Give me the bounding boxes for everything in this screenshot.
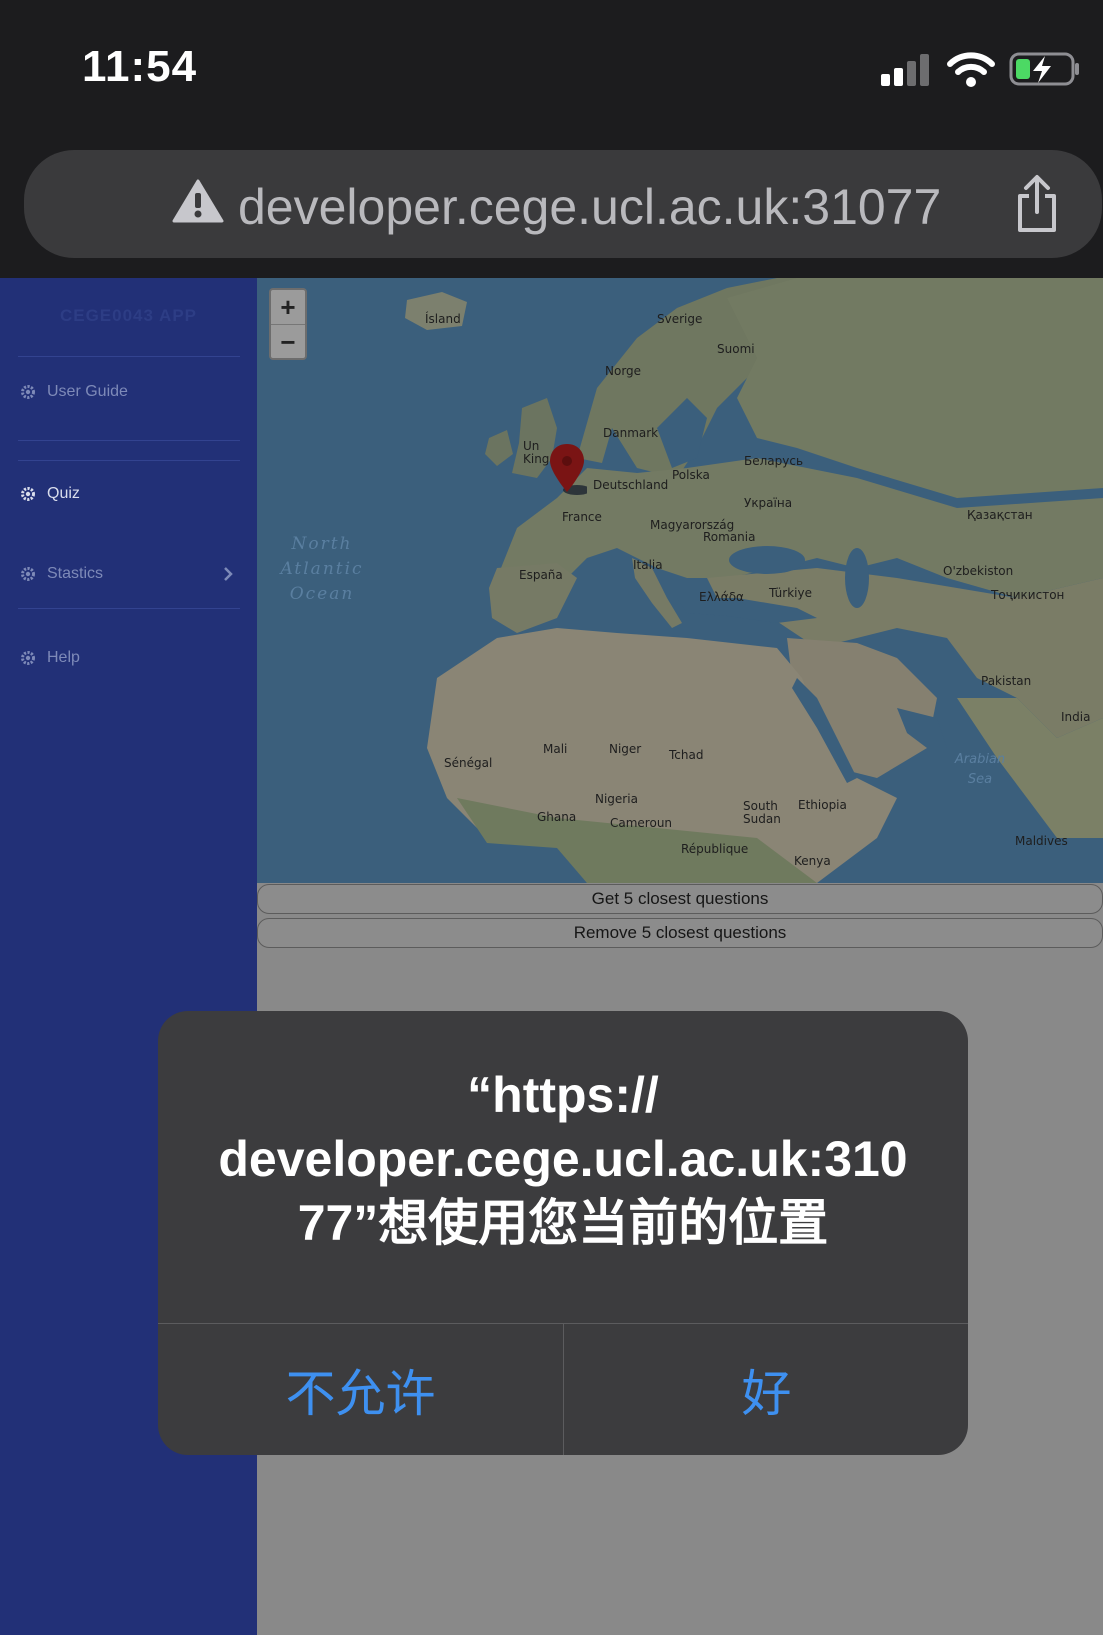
- map-label: Україна: [744, 496, 793, 510]
- sidebar-item-label: User Guide: [47, 383, 128, 400]
- map-label: O'zbekiston: [943, 564, 1014, 578]
- warning-icon: [172, 179, 224, 223]
- share-icon[interactable]: [1012, 174, 1062, 234]
- map-ocean-label: North Atlantic Ocean: [280, 534, 364, 604]
- get-closest-questions-button[interactable]: Get 5 closest questions: [257, 884, 1103, 914]
- chevron-right-icon: [224, 567, 233, 581]
- map-label: République: [681, 842, 749, 856]
- dialog-title: “https:// developer.cege.ucl.ac.uk:310 7…: [198, 1063, 928, 1255]
- sidebar-divider: [18, 356, 240, 357]
- map-land: [405, 278, 1103, 883]
- map-label: Қазақстан: [967, 508, 1033, 522]
- gear-icon: [21, 651, 35, 665]
- address-bar[interactable]: developer.cege.ucl.ac.uk:31077: [24, 150, 1102, 258]
- map-label: Cameroun: [610, 816, 673, 830]
- map-label: Polska: [672, 468, 710, 482]
- map-label: Danmark: [603, 426, 659, 440]
- map-label: Nigeria: [595, 792, 638, 806]
- map-label: Maldives: [1015, 834, 1068, 848]
- location-marker-icon[interactable]: [547, 442, 587, 498]
- sidebar-item-help[interactable]: Help: [20, 646, 80, 670]
- zoom-out-button[interactable]: −: [271, 325, 305, 359]
- zoom-control: + −: [269, 288, 307, 360]
- map-label: Norge: [605, 364, 642, 378]
- map-label: Sénégal: [444, 756, 493, 770]
- app-brand: CEGE0043 APP: [59, 306, 198, 325]
- location-permission-dialog: “https:// developer.cege.ucl.ac.uk:310 7…: [158, 1011, 968, 1455]
- map-label: South Sudan: [743, 799, 781, 826]
- battery-charging-icon: [1009, 52, 1079, 86]
- map-label: Romania: [703, 530, 756, 544]
- sidebar-item-label: Help: [47, 649, 80, 666]
- dialog-title-line: 77”想使用您当前的位置: [297, 1195, 829, 1251]
- map-label: Suomi: [717, 342, 755, 356]
- map-label: Ethiopia: [798, 798, 847, 812]
- map-label: Тоҷикистон: [991, 588, 1065, 602]
- sidebar-item-stastics[interactable]: Stastics: [20, 562, 103, 586]
- sidebar-item-user-guide[interactable]: User Guide: [20, 380, 128, 404]
- map-label: Mali: [543, 742, 568, 756]
- map-label: Türkiye: [769, 586, 812, 600]
- sidebar-divider: [18, 460, 240, 461]
- map-label: Беларусь: [744, 454, 804, 468]
- map-label: Ελλάδα: [699, 590, 744, 604]
- sidebar-divider: [18, 608, 240, 609]
- sidebar-item-quiz[interactable]: Quiz: [20, 482, 80, 506]
- allow-button[interactable]: 好: [564, 1324, 968, 1455]
- map-label: Sverige: [657, 312, 703, 326]
- gear-icon: [21, 567, 35, 581]
- map-label: Arabian Sea: [954, 752, 1006, 787]
- remove-closest-questions-button[interactable]: Remove 5 closest questions: [257, 918, 1103, 948]
- deny-button[interactable]: 不允许: [158, 1324, 563, 1455]
- map-label: India: [1061, 710, 1091, 724]
- map-label: España: [519, 568, 563, 582]
- map-label: Ghana: [537, 810, 577, 824]
- url-text: developer.cege.ucl.ac.uk:31077: [238, 179, 942, 235]
- dialog-title-line: developer.cege.ucl.ac.uk:310: [218, 1131, 908, 1187]
- zoom-in-button[interactable]: +: [271, 290, 305, 325]
- gear-icon: [21, 385, 35, 399]
- map-label: Ísland: [425, 312, 461, 326]
- dialog-title-line: “https://: [467, 1067, 659, 1123]
- sidebar-divider: [18, 440, 240, 441]
- browser-toolbar: developer.cege.ucl.ac.uk:31077: [0, 140, 1103, 278]
- map-label: Deutschland: [593, 478, 669, 492]
- map-label: Pakistan: [981, 674, 1032, 688]
- map-label: Kenya: [794, 854, 831, 868]
- gear-icon: [21, 487, 35, 501]
- map-label: Tchad: [669, 748, 704, 762]
- status-time: 11:54: [82, 42, 198, 91]
- sidebar-item-label: Stastics: [47, 565, 104, 582]
- wifi-icon: [947, 52, 995, 87]
- map-label: Italia: [633, 558, 663, 572]
- cellular-signal-icon: [881, 54, 931, 86]
- map-label: Niger: [609, 742, 642, 756]
- map-label: France: [562, 510, 602, 524]
- status-bar: 11:54: [0, 0, 1103, 140]
- sidebar-item-label: Quiz: [47, 485, 80, 502]
- map-view[interactable]: + − North Atlantic Ocean Ísland Sverige …: [257, 278, 1103, 883]
